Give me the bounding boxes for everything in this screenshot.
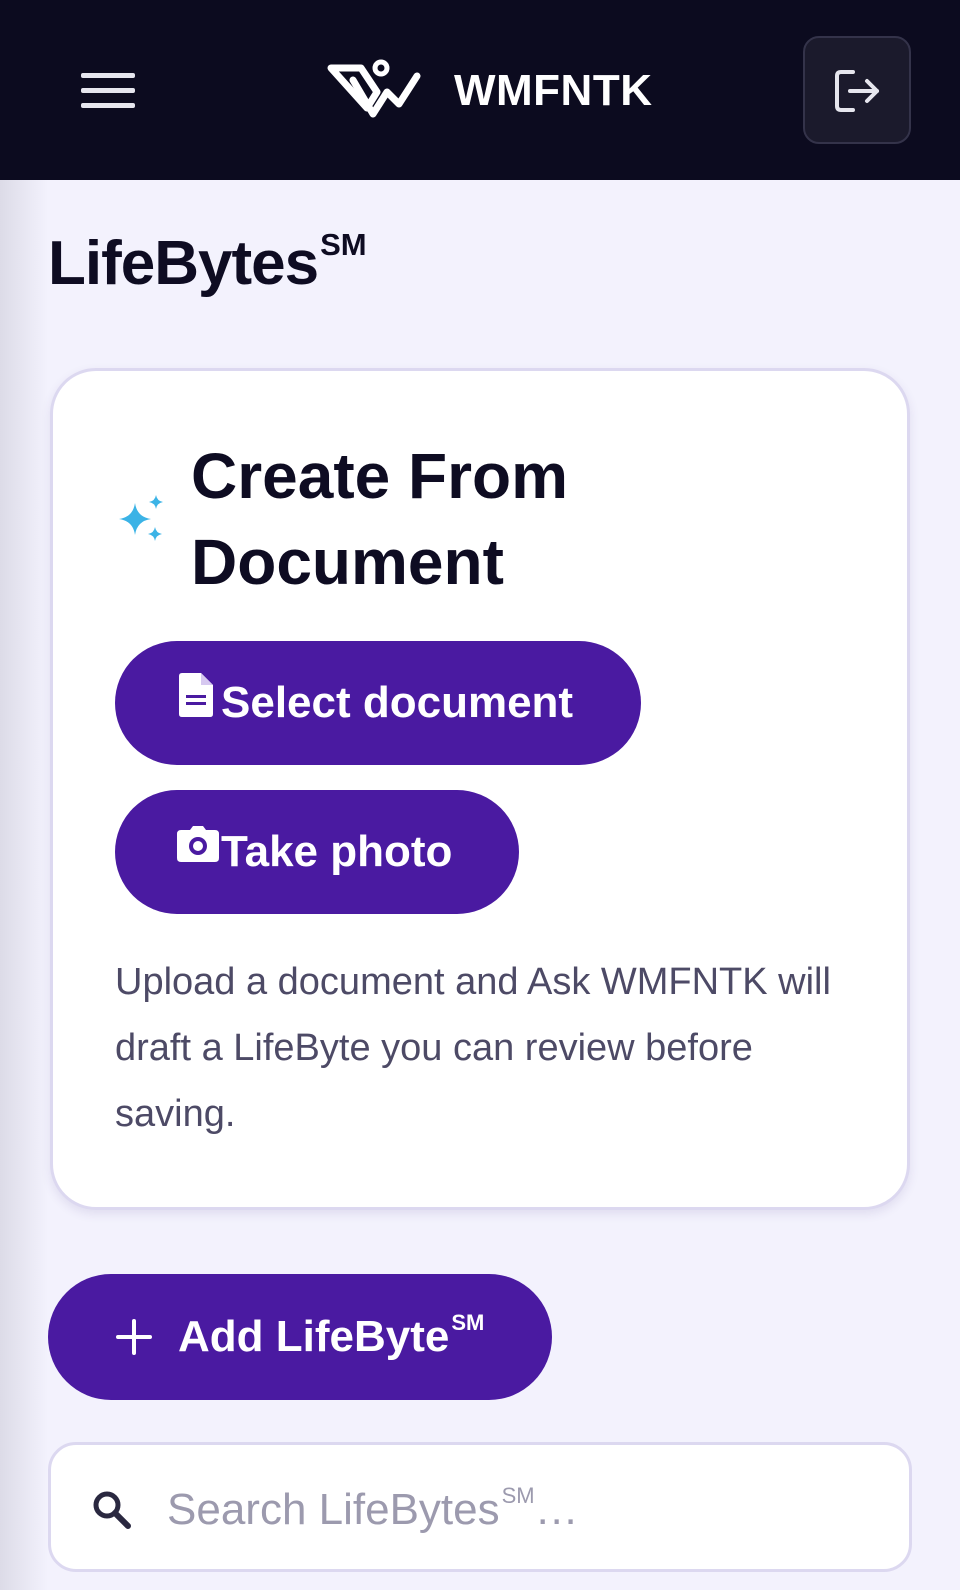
page: WMFNTK LifeBytesSM Create From Document — [0, 0, 960, 1590]
add-lifebyte-label: Add LifeByteSM — [178, 1310, 485, 1362]
search-placeholder: Search LifeBytesSM… — [167, 1483, 579, 1537]
search-placeholder-text: Search LifeBytes — [167, 1485, 500, 1534]
sparkles-icon — [119, 495, 163, 541]
plus-icon — [116, 1319, 152, 1355]
brand-name: WMFNTK — [454, 66, 653, 115]
add-lifebyte-button[interactable]: Add LifeByteSM — [48, 1274, 552, 1400]
take-photo-label: Take photo — [221, 827, 453, 876]
camera-icon — [177, 826, 219, 862]
file-icon — [179, 673, 213, 717]
service-mark: SM — [320, 226, 367, 262]
logout-button[interactable] — [803, 36, 911, 144]
search-icon — [93, 1491, 131, 1529]
hamburger-menu-icon — [81, 73, 135, 78]
service-mark: SM — [451, 1310, 485, 1336]
menu-button[interactable] — [68, 60, 148, 120]
search-placeholder-ellipsis: … — [534, 1485, 579, 1534]
hamburger-menu-icon — [81, 103, 135, 108]
drawer-edge-shadow — [0, 180, 48, 1590]
card-title: Create From Document — [191, 433, 791, 605]
top-bar: WMFNTK — [0, 0, 960, 180]
select-document-button[interactable]: Select document — [115, 641, 641, 765]
card-description: Upload a document and Ask WMFNTK will dr… — [115, 961, 831, 1135]
create-from-document-card: Create From Document Select document Tak… — [50, 368, 910, 1210]
page-title: LifeBytesSM — [48, 226, 367, 308]
take-photo-button[interactable]: Take photo — [115, 790, 519, 914]
card-title-line2: Document — [191, 526, 504, 598]
brand-logo-icon — [327, 58, 423, 124]
page-title-text: LifeBytes — [48, 229, 319, 298]
card-title-line1: Create From — [191, 440, 568, 512]
select-document-label: Select document — [221, 678, 574, 727]
hamburger-menu-icon — [81, 88, 135, 93]
logout-icon — [835, 70, 879, 112]
service-mark: SM — [501, 1483, 535, 1509]
search-lifebytes-field[interactable]: Search LifeBytesSM… — [48, 1442, 912, 1572]
add-lifebyte-text: Add LifeByte — [178, 1312, 450, 1361]
